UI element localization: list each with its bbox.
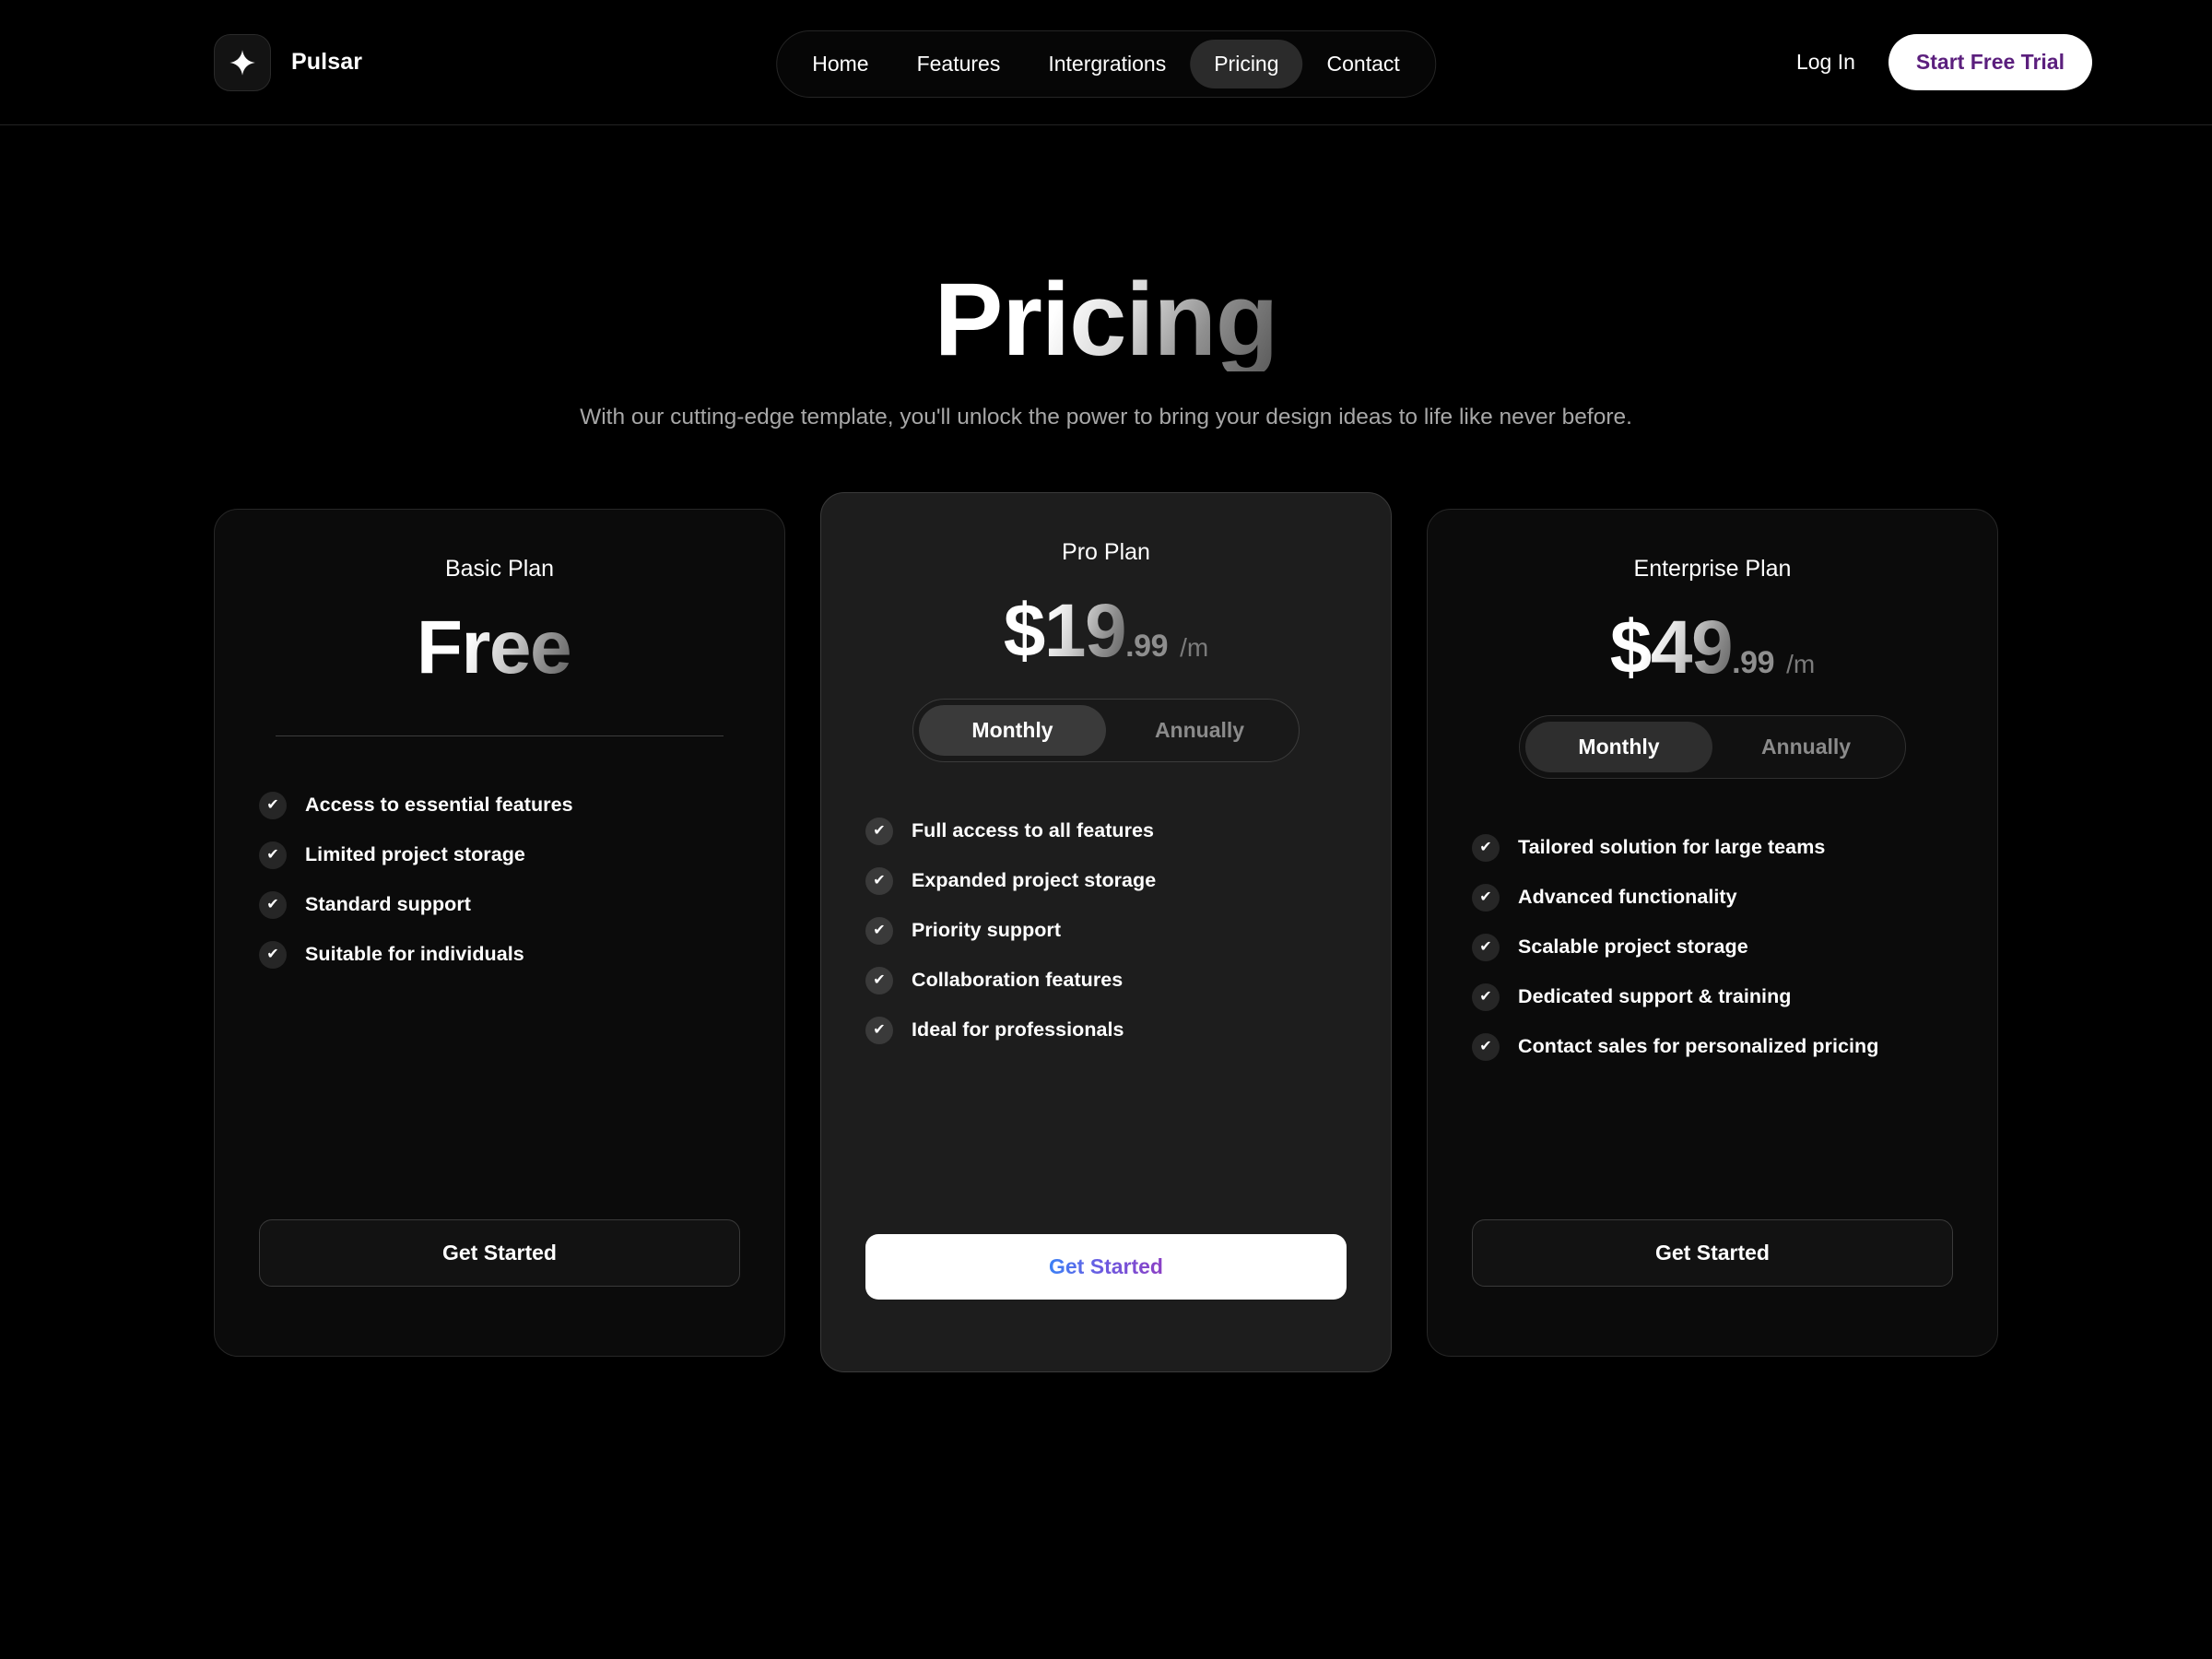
check-icon: ✔ (1472, 833, 1500, 862)
check-icon: ✔ (865, 916, 893, 945)
list-item: ✔ Collaboration features (865, 966, 1347, 994)
billing-option-monthly[interactable]: Monthly (919, 704, 1106, 756)
get-started-button-pro[interactable]: Get Started (865, 1233, 1347, 1300)
list-item: ✔ Suitable for individuals (259, 940, 740, 969)
feature-list: ✔ Tailored solution for large teams ✔ Ad… (1472, 833, 1953, 1061)
feature-label: Limited project storage (305, 843, 525, 866)
get-started-button-enterprise[interactable]: Get Started (1472, 1218, 1953, 1287)
billing-option-annually[interactable]: Annually (1712, 722, 1900, 772)
list-item: ✔ Contact sales for personalized pricing (1472, 1032, 1953, 1061)
list-item: ✔ Advanced functionality (1472, 883, 1953, 912)
list-item: ✔ Dedicated support & training (1472, 982, 1953, 1011)
feature-label: Tailored solution for large teams (1518, 836, 1826, 859)
price-period: /m (1180, 632, 1209, 662)
price-cents: .99 (1732, 644, 1775, 680)
list-item: ✔ Access to essential features (259, 791, 740, 819)
nav-item-intergrations[interactable]: Intergrations (1024, 40, 1190, 88)
feature-label: Advanced functionality (1518, 886, 1737, 909)
feature-label: Standard support (305, 893, 471, 916)
feature-label: Collaboration features (912, 969, 1124, 992)
list-item: ✔ Priority support (865, 916, 1347, 945)
pricing-card-pro: Pro Plan $19 .99 /m Monthly Annually ✔ F… (820, 491, 1392, 1372)
feature-label: Scalable project storage (1518, 935, 1748, 959)
logo-badge (214, 33, 271, 91)
hero-section: Pricing With our cutting-edge template, … (0, 125, 2212, 434)
price-period: /m (1786, 649, 1816, 678)
page-subtitle: With our cutting-edge template, you'll u… (580, 405, 1632, 429)
billing-toggle: Monthly Annually (1519, 714, 1906, 779)
feature-label: Priority support (912, 919, 1062, 942)
billing-toggle: Monthly Annually (912, 698, 1300, 762)
price-amount: $49 (1609, 605, 1734, 689)
header-actions: Log In Start Free Trial (1796, 34, 2092, 90)
feature-label: Access to essential features (305, 794, 573, 817)
brand-name: Pulsar (291, 49, 363, 75)
check-icon: ✔ (1472, 883, 1500, 912)
feature-list: ✔ Access to essential features ✔ Limited… (259, 791, 740, 969)
check-icon: ✔ (865, 966, 893, 994)
list-item: ✔ Limited project storage (259, 841, 740, 869)
nav-item-pricing[interactable]: Pricing (1190, 40, 1303, 88)
plan-name: Basic Plan (444, 555, 555, 582)
list-item: ✔ Full access to all features (865, 817, 1347, 845)
price-amount: Free (416, 605, 572, 689)
billing-option-monthly[interactable]: Monthly (1525, 721, 1712, 772)
plan-price: Free (259, 605, 740, 699)
check-icon: ✔ (259, 841, 287, 869)
page-title: Pricing (934, 262, 1279, 377)
feature-label: Full access to all features (912, 819, 1155, 842)
feature-label: Dedicated support & training (1518, 985, 1792, 1008)
plan-name: Pro Plan (1062, 538, 1150, 565)
check-icon: ✔ (865, 1016, 893, 1044)
billing-option-annually[interactable]: Annually (1106, 705, 1293, 756)
check-icon: ✔ (1472, 933, 1500, 961)
check-icon: ✔ (1472, 982, 1500, 1011)
list-item: ✔ Scalable project storage (1472, 933, 1953, 961)
list-item: ✔ Ideal for professionals (865, 1016, 1347, 1044)
list-item: ✔ Expanded project storage (865, 866, 1347, 895)
feature-label: Expanded project storage (912, 869, 1157, 892)
plan-price: $49 .99 /m (1472, 605, 1953, 699)
check-icon: ✔ (259, 940, 287, 969)
start-free-trial-button[interactable]: Start Free Trial (1888, 34, 2092, 90)
plan-price: $19 .99 /m (865, 588, 1347, 682)
check-icon: ✔ (865, 817, 893, 845)
pricing-page: Pulsar Home Features Intergrations Prici… (0, 0, 2212, 1659)
plan-divider (276, 735, 724, 736)
list-item: ✔ Tailored solution for large teams (1472, 833, 1953, 862)
check-icon: ✔ (1472, 1032, 1500, 1061)
price-amount: $19 (1003, 588, 1127, 673)
brand-logo[interactable]: Pulsar (214, 33, 363, 91)
list-item: ✔ Standard support (259, 890, 740, 919)
get-started-button-basic[interactable]: Get Started (259, 1218, 740, 1287)
nav-item-home[interactable]: Home (788, 40, 892, 88)
login-link[interactable]: Log In (1796, 50, 1855, 75)
pricing-cards: Basic Plan Free ✔ Access to essential fe… (0, 491, 2212, 1372)
primary-nav: Home Features Intergrations Pricing Cont… (776, 30, 1436, 98)
primary-nav-wrapper: Home Features Intergrations Pricing Cont… (776, 30, 1436, 98)
check-icon: ✔ (865, 866, 893, 895)
feature-label: Contact sales for personalized pricing (1518, 1035, 1879, 1058)
sparkle-icon (229, 49, 256, 76)
get-started-label: Get Started (1049, 1253, 1163, 1278)
feature-list: ✔ Full access to all features ✔ Expanded… (865, 817, 1347, 1044)
plan-name: Enterprise Plan (1633, 555, 1792, 582)
pricing-card-enterprise: Enterprise Plan $49 .99 /m Monthly Annua… (1427, 508, 1998, 1357)
pricing-card-basic: Basic Plan Free ✔ Access to essential fe… (214, 508, 785, 1357)
price-cents: .99 (1125, 628, 1169, 664)
nav-item-features[interactable]: Features (893, 40, 1025, 88)
feature-label: Suitable for individuals (305, 943, 524, 966)
feature-label: Ideal for professionals (912, 1018, 1124, 1041)
check-icon: ✔ (259, 890, 287, 919)
site-header: Pulsar Home Features Intergrations Prici… (0, 0, 2212, 125)
nav-item-contact[interactable]: Contact (1303, 40, 1424, 88)
check-icon: ✔ (259, 791, 287, 819)
